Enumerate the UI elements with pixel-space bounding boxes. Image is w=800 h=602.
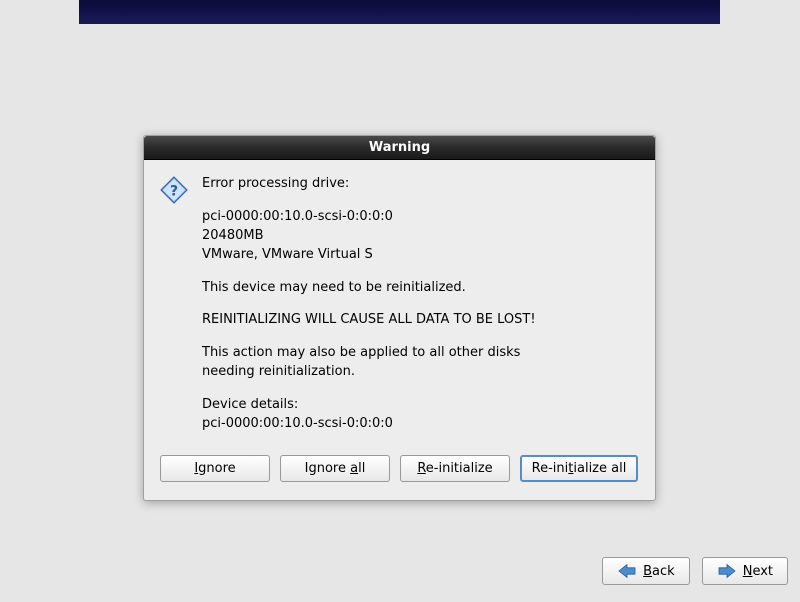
dialog-message: Error processing drive: pci-0000:00:10.0… <box>202 176 536 435</box>
msg-line: Device details: <box>202 397 536 414</box>
ignore-button[interactable]: Ignore <box>160 455 270 482</box>
msg-line: needing reinitialization. <box>202 364 536 381</box>
msg-line: This device may need to be reinitialized… <box>202 280 536 297</box>
msg-line: REINITIALIZING WILL CAUSE ALL DATA TO BE… <box>202 312 536 329</box>
svg-text:?: ? <box>170 183 178 199</box>
msg-line: This action may also be applied to all o… <box>202 345 536 362</box>
reinitialize-button[interactable]: Re-initialize <box>400 455 510 482</box>
arrow-left-icon <box>617 563 637 579</box>
next-button[interactable]: Next <box>702 557 788 585</box>
wizard-nav: Back Next <box>602 557 788 585</box>
reinitialize-all-button[interactable]: Re-initialize all <box>520 455 638 482</box>
warning-dialog: Warning ? Error processing drive: pci-00… <box>143 135 656 501</box>
msg-line: pci-0000:00:10.0-scsi-0:0:0:0 <box>202 209 536 226</box>
question-icon: ? <box>160 176 188 435</box>
dialog-title: Warning <box>144 136 655 160</box>
installer-banner <box>79 0 720 24</box>
back-button[interactable]: Back <box>602 557 690 585</box>
ignore-all-button[interactable]: Ignore all <box>280 455 390 482</box>
msg-line: pci-0000:00:10.0-scsi-0:0:0:0 <box>202 416 536 433</box>
dialog-button-row: Ignore Ignore all Re-initialize Re-initi… <box>144 445 655 500</box>
dialog-body: ? Error processing drive: pci-0000:00:10… <box>144 160 655 445</box>
msg-line: Error processing drive: <box>202 176 536 193</box>
msg-line: 20480MB <box>202 228 536 245</box>
arrow-right-icon <box>717 563 737 579</box>
msg-line: VMware, VMware Virtual S <box>202 247 536 264</box>
